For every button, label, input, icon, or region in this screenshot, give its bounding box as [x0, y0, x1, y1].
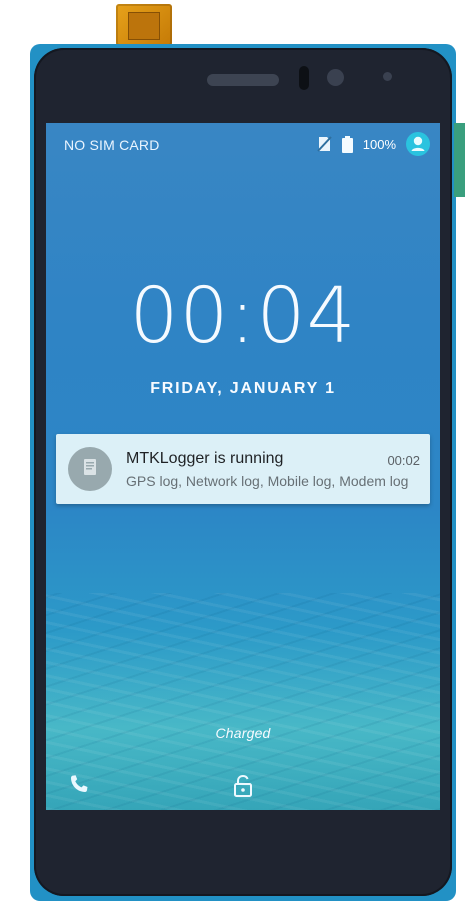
notification-card[interactable]: MTKLogger is running 00:02 GPS log, Netw… [56, 434, 430, 504]
green-tab [454, 123, 465, 197]
status-icons: 100% [317, 132, 430, 156]
no-sim-icon [317, 136, 332, 152]
charge-status: Charged [215, 725, 271, 741]
notification-title: MTKLogger is running [126, 450, 284, 467]
phone-icon[interactable] [68, 773, 90, 795]
notification-body: GPS log, Network log, Mobile log, Modem … [126, 473, 409, 489]
lock-date: FRIDAY, JANUARY 1 [150, 380, 336, 397]
camera-icon [327, 69, 344, 86]
sensor-icon [299, 66, 309, 90]
flex-cable [116, 4, 172, 46]
battery-percent: 100% [362, 136, 396, 152]
lock-time: 00:04 [129, 272, 357, 361]
battery-icon [341, 135, 353, 153]
sensor-icon [383, 72, 392, 81]
screenshot-stage: NO SIM CARD 100% 00:04 FRIDAY, JANUARY 1… [0, 0, 465, 901]
notification-time: 00:02 [387, 453, 420, 468]
unlock-icon[interactable] [232, 774, 254, 798]
status-bar: NO SIM CARD 100% [46, 123, 440, 165]
user-icon[interactable] [406, 132, 430, 156]
document-icon [68, 447, 112, 491]
carrier-label: NO SIM CARD [64, 137, 160, 153]
lock-screen: NO SIM CARD 100% 00:04 FRIDAY, JANUARY 1… [46, 123, 440, 810]
speaker-icon [207, 74, 279, 86]
